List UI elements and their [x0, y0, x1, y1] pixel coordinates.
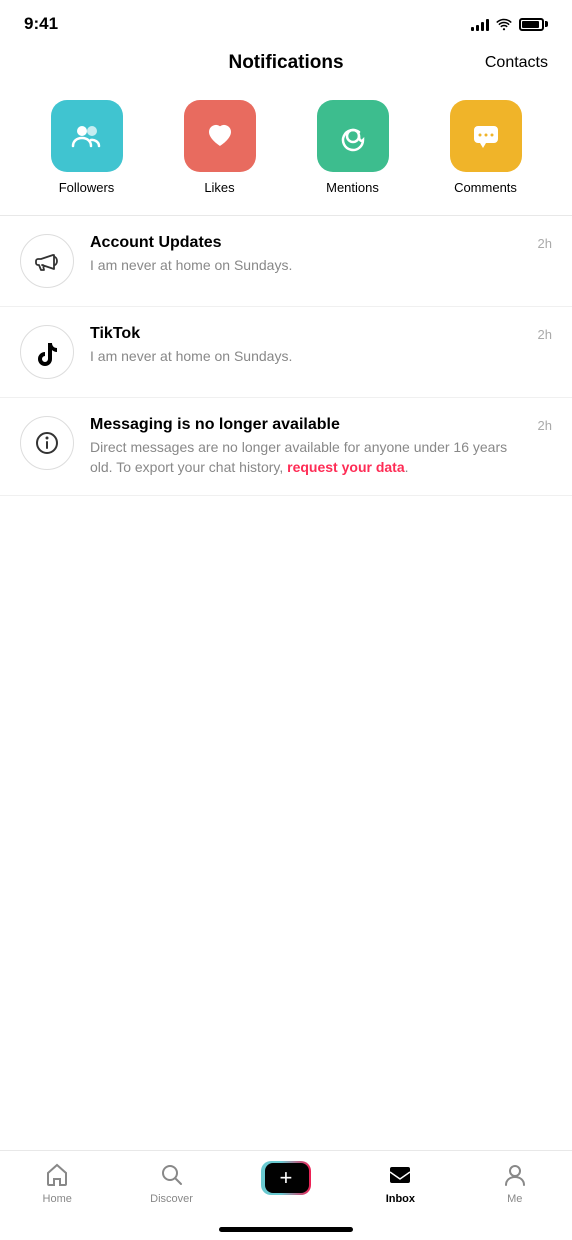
create-button[interactable]: +: [261, 1161, 311, 1195]
messaging-body-end: .: [405, 459, 409, 475]
comments-label: Comments: [454, 180, 517, 195]
battery-icon: [519, 18, 548, 31]
tiktok-icon: [33, 338, 61, 366]
request-data-link[interactable]: request your data: [287, 459, 404, 475]
person-icon: [501, 1161, 529, 1189]
nav-create[interactable]: +: [256, 1161, 316, 1195]
header: Notifications Contacts: [0, 44, 572, 90]
followers-icon-box: [51, 100, 123, 172]
discover-label: Discover: [150, 1193, 193, 1205]
at-icon: [335, 118, 371, 154]
status-bar: 9:41: [0, 0, 572, 44]
messaging-title: Messaging is no longer available: [90, 416, 522, 434]
categories-row: Followers Likes Mentions: [0, 90, 572, 215]
category-followers[interactable]: Followers: [51, 100, 123, 195]
followers-icon: [69, 118, 105, 154]
messaging-avatar: [20, 416, 74, 470]
tiktok-body: I am never at home on Sundays.: [90, 347, 522, 367]
status-time: 9:41: [24, 14, 58, 34]
home-indicator: [219, 1227, 353, 1232]
mentions-icon-box: [317, 100, 389, 172]
nav-home[interactable]: Home: [27, 1161, 87, 1205]
notification-tiktok[interactable]: TikTok I am never at home on Sundays. 2h: [0, 307, 572, 398]
plus-icon: +: [280, 1167, 293, 1189]
likes-label: Likes: [204, 180, 234, 195]
account-updates-avatar: [20, 234, 74, 288]
notification-messaging[interactable]: Messaging is no longer available Direct …: [0, 398, 572, 496]
info-icon: [33, 429, 61, 457]
tiktok-time: 2h: [538, 325, 552, 342]
search-icon: [158, 1161, 186, 1189]
contacts-button[interactable]: Contacts: [485, 54, 548, 72]
category-mentions[interactable]: Mentions: [317, 100, 389, 195]
tiktok-content: TikTok I am never at home on Sundays.: [90, 325, 522, 367]
followers-label: Followers: [59, 180, 115, 195]
notification-account-updates[interactable]: Account Updates I am never at home on Su…: [0, 216, 572, 307]
me-label: Me: [507, 1193, 522, 1205]
account-updates-body: I am never at home on Sundays.: [90, 256, 522, 276]
category-likes[interactable]: Likes: [184, 100, 256, 195]
comment-icon: [468, 118, 504, 154]
wifi-icon: [495, 17, 513, 31]
signal-icon: [471, 17, 489, 31]
tiktok-title: TikTok: [90, 325, 522, 343]
category-comments[interactable]: Comments: [450, 100, 522, 195]
inbox-icon: [386, 1161, 414, 1189]
nav-me[interactable]: Me: [485, 1161, 545, 1205]
tiktok-avatar: [20, 325, 74, 379]
messaging-content: Messaging is no longer available Direct …: [90, 416, 522, 477]
status-icons: [471, 17, 548, 31]
home-label: Home: [43, 1193, 72, 1205]
messaging-body: Direct messages are no longer available …: [90, 438, 522, 477]
likes-icon-box: [184, 100, 256, 172]
account-updates-content: Account Updates I am never at home on Su…: [90, 234, 522, 276]
heart-icon: [202, 118, 238, 154]
home-icon: [43, 1161, 71, 1189]
page-title: Notifications: [228, 52, 343, 74]
notifications-list: Account Updates I am never at home on Su…: [0, 216, 572, 496]
account-updates-title: Account Updates: [90, 234, 522, 252]
nav-inbox[interactable]: Inbox: [370, 1161, 430, 1205]
mentions-label: Mentions: [326, 180, 379, 195]
comments-icon-box: [450, 100, 522, 172]
inbox-label: Inbox: [386, 1193, 415, 1205]
account-updates-time: 2h: [538, 234, 552, 251]
messaging-time: 2h: [538, 416, 552, 433]
nav-discover[interactable]: Discover: [142, 1161, 202, 1205]
megaphone-icon: [33, 247, 61, 275]
